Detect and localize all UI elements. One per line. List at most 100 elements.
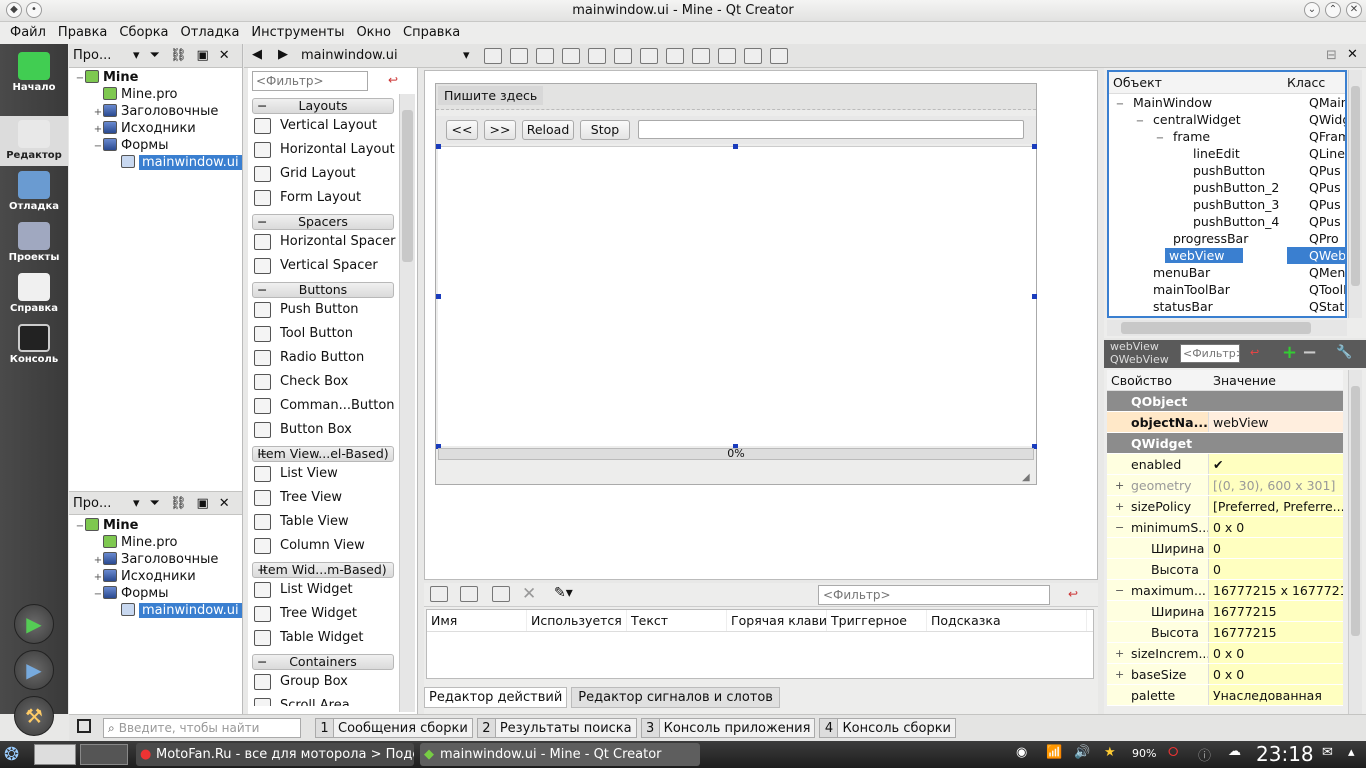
expand-icon[interactable]: + xyxy=(93,104,103,121)
property-value[interactable]: ✔ xyxy=(1209,454,1343,474)
size-grip-icon[interactable]: ◢ xyxy=(1022,472,1030,483)
property-value[interactable]: 0 x 0 xyxy=(1209,517,1343,537)
open-document-select[interactable]: mainwindow.ui xyxy=(301,48,471,63)
minimize-icon[interactable]: ⌄ xyxy=(1304,2,1320,18)
info-icon[interactable]: ⓘ xyxy=(1198,745,1211,764)
property-value[interactable]: [(0, 30), 600 x 301] xyxy=(1209,475,1343,495)
close-pane-icon[interactable]: ✕ xyxy=(219,496,230,511)
tray-arrow-icon[interactable]: ▴ xyxy=(1348,745,1355,760)
project-tree-item[interactable]: mainwindow.ui xyxy=(69,154,242,171)
inspector-hscroll[interactable] xyxy=(1107,320,1347,336)
project-tree-item[interactable]: Mine.pro xyxy=(69,86,242,103)
split-icon[interactable]: ▣ xyxy=(196,496,208,511)
widget-item[interactable]: Form Layout xyxy=(248,186,396,210)
expand-icon[interactable]: + xyxy=(93,569,103,586)
expand-icon[interactable]: + xyxy=(1115,643,1124,663)
menu-item-3[interactable]: Отладка xyxy=(175,22,246,44)
property-row[interactable]: Ширина 16777215 xyxy=(1107,601,1343,622)
mail-icon[interactable]: ✉ xyxy=(1322,745,1333,760)
build-hammer-icon[interactable]: ⚒ xyxy=(14,696,54,736)
reload-button[interactable]: Reload xyxy=(522,120,574,140)
close-editor-icon[interactable]: ✕ xyxy=(1347,47,1358,62)
splitter-horizontal-icon[interactable] xyxy=(640,48,658,64)
layout-grid-icon[interactable] xyxy=(718,48,736,64)
pane-view-select-2[interactable]: Про... xyxy=(69,496,127,511)
project-tree-item[interactable]: + Заголовочные xyxy=(69,103,242,120)
layout-vertical-icon[interactable] xyxy=(614,48,632,64)
adjust-size-icon[interactable] xyxy=(770,48,788,64)
property-row[interactable]: + sizeIncrem... 0 x 0 xyxy=(1107,643,1343,664)
property-row[interactable]: + baseSize 0 x 0 xyxy=(1107,664,1343,685)
widget-item[interactable]: Tree Widget xyxy=(248,602,396,626)
mode-2[interactable]: Отладка xyxy=(0,167,68,217)
form-menu-bar[interactable]: Пишите здесь xyxy=(436,84,1036,110)
mode-4[interactable]: Справка xyxy=(0,269,68,319)
widget-item[interactable]: List View xyxy=(248,462,396,486)
widget-item[interactable]: Scroll Area xyxy=(248,694,396,706)
property-value[interactable]: 0 x 0 xyxy=(1209,664,1343,684)
column-header[interactable]: Подсказка xyxy=(927,610,1087,631)
layout-horizontal-icon[interactable] xyxy=(588,48,606,64)
object-tree-row[interactable]: pushButton_4 QPus xyxy=(1109,213,1345,230)
locator-input[interactable]: ⌕ Введите, чтобы найти xyxy=(103,718,301,738)
project-tree-item[interactable]: + Заголовочные xyxy=(69,551,242,568)
project-tree-item[interactable]: − Формы xyxy=(69,585,242,602)
widget-category[interactable]: − Buttons xyxy=(252,282,394,298)
property-value[interactable]: 16777215 xyxy=(1209,601,1343,621)
network-icon[interactable]: ◉ xyxy=(1016,745,1027,760)
clock[interactable]: 23:18 xyxy=(1256,742,1314,766)
close-icon[interactable]: ✕ xyxy=(1346,2,1362,18)
object-tree-row[interactable]: mainToolBar QToolBar xyxy=(1109,281,1345,298)
forward-button[interactable]: >> xyxy=(484,120,516,140)
widget-item[interactable]: Vertical Spacer xyxy=(248,254,396,278)
star-icon[interactable]: ★ xyxy=(1104,745,1116,760)
output-pane-button[interactable]: 2 Результаты поиска xyxy=(476,718,637,738)
configure-action-icon[interactable]: ✎▾ xyxy=(554,585,573,601)
object-tree-row[interactable]: pushButton QPus xyxy=(1109,162,1345,179)
project-tree-item[interactable]: + Исходники xyxy=(69,568,242,585)
property-value[interactable]: [Preferred, Preferre... xyxy=(1209,496,1343,516)
property-value[interactable]: 0 xyxy=(1209,559,1343,579)
desktop-pager-1[interactable] xyxy=(34,744,76,765)
mode-5[interactable]: Консоль xyxy=(0,320,68,370)
menu-placeholder[interactable]: Пишите здесь xyxy=(438,86,544,105)
toggle-sidebar-icon[interactable] xyxy=(77,719,91,733)
output-pane-button[interactable]: 4 Консоль сборки xyxy=(819,718,957,738)
project-tree-item[interactable]: mainwindow.ui xyxy=(69,602,242,619)
new-action-icon[interactable] xyxy=(430,586,448,602)
collapse-icon[interactable]: − xyxy=(75,518,85,535)
mode-0[interactable]: Начало xyxy=(0,48,68,98)
property-row[interactable]: objectNa... webView xyxy=(1107,412,1343,433)
property-row[interactable]: + geometry [(0, 30), 600 x 301] xyxy=(1107,475,1343,496)
pin-icon[interactable]: • xyxy=(26,2,42,18)
wifi-icon[interactable]: 📶 xyxy=(1046,745,1062,760)
property-row[interactable]: Высота 16777215 xyxy=(1107,622,1343,643)
tab-order-icon[interactable] xyxy=(562,48,580,64)
expand-icon[interactable]: + xyxy=(1115,664,1124,684)
battery-level[interactable]: 90% xyxy=(1132,747,1156,760)
task-browser[interactable]: ● MotoFan.Ru - все для моторола > Поделит xyxy=(136,743,414,766)
project-tree-item[interactable]: − Mine xyxy=(69,517,242,534)
collapse-icon[interactable]: − xyxy=(93,586,103,603)
opera-tray-icon[interactable]: ⭘ xyxy=(1168,745,1178,760)
collapse-icon[interactable]: − xyxy=(1115,580,1124,600)
kde-menu-icon[interactable]: ❂ xyxy=(4,744,19,765)
widget-category[interactable]: − Containers xyxy=(252,654,394,670)
widget-item[interactable]: Table View xyxy=(248,510,396,534)
task-qtcreator[interactable]: ◆ mainwindow.ui - Mine - Qt Creator xyxy=(420,743,700,766)
project-tree-item[interactable]: − Mine xyxy=(69,69,242,86)
back-button[interactable]: << xyxy=(446,120,478,140)
clear-filter-icon[interactable]: ↩ xyxy=(1068,587,1078,601)
widget-item[interactable]: Horizontal Layout xyxy=(248,138,396,162)
column-header[interactable]: Горячая клавиш xyxy=(727,610,827,631)
object-tree-row[interactable]: menuBar QMenuBa xyxy=(1109,264,1345,281)
chevron-down-icon[interactable]: ▾ xyxy=(133,48,140,63)
widget-item[interactable]: Button Box xyxy=(248,418,396,442)
filter-icon[interactable]: ⏷ xyxy=(150,496,160,511)
column-header[interactable]: Используется xyxy=(527,610,627,631)
property-row[interactable]: − maximum... 16777215 x 16777215 xyxy=(1107,580,1343,601)
menu-item-2[interactable]: Сборка xyxy=(113,22,174,44)
menu-item-4[interactable]: Инструменты xyxy=(245,22,350,44)
tab-signal-slot-editor[interactable]: Редактор сигналов и слотов xyxy=(571,687,780,708)
signals-mode-icon[interactable] xyxy=(510,48,528,64)
